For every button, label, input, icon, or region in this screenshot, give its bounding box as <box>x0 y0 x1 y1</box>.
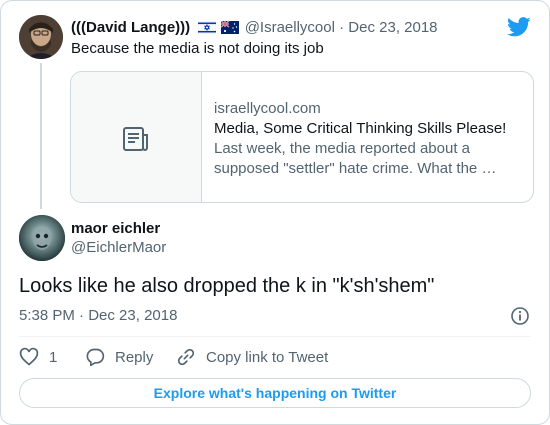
link-title: Media, Some Critical Thinking Skills Ple… <box>214 120 507 137</box>
link-preview-card[interactable]: israellycool.com Media, Some Critical Th… <box>70 71 534 203</box>
avatar[interactable] <box>19 215 65 261</box>
avatar-photo <box>19 15 63 59</box>
display-name[interactable]: maor eichler <box>71 219 160 239</box>
reply-bubble-icon <box>86 348 105 367</box>
tweet-timestamp[interactable]: 5:38 PM · Dec 23, 2018 <box>19 306 177 326</box>
israel-flag-icon <box>198 20 217 35</box>
reply-button[interactable]: Reply <box>85 347 153 367</box>
heart-icon <box>19 347 39 366</box>
display-name[interactable]: (((David Lange))) <box>71 19 190 36</box>
twitter-bird-icon[interactable] <box>507 17 531 37</box>
like-button[interactable]: 1 <box>19 347 57 367</box>
handle[interactable]: @EichlerMaor <box>71 238 166 258</box>
divider <box>19 336 531 337</box>
australia-flag-icon <box>220 20 239 34</box>
tweet-time[interactable]: 5:38 PM <box>19 307 75 324</box>
flag-emojis <box>198 20 239 40</box>
reply-tweet-text: Looks like he also dropped the k in "k's… <box>19 275 435 297</box>
separator-dot: · <box>79 307 85 324</box>
parent-tweet-header: (((David Lange))) @Israellycool · Dec 23… <box>71 18 438 40</box>
reply-label: Reply <box>115 348 154 366</box>
link-thumbnail <box>71 72 202 202</box>
parent-tweet-text: Because the media is not doing its job <box>71 40 324 57</box>
article-icon <box>123 127 148 151</box>
tweet-date[interactable]: Dec 23, 2018 <box>88 307 177 324</box>
avatar[interactable] <box>19 15 63 59</box>
link-domain: israellycool.com <box>214 100 321 117</box>
link-description: Last week, the media reported about a su… <box>214 140 497 177</box>
avatar-photo <box>19 215 65 261</box>
copy-link-label: Copy link to Tweet <box>206 348 329 366</box>
separator-dot: · <box>339 19 345 36</box>
copy-link-button[interactable]: Copy link to Tweet <box>176 347 328 367</box>
info-icon[interactable] <box>510 306 530 326</box>
like-count: 1 <box>49 348 58 366</box>
handle[interactable]: @Israellycool <box>245 19 335 36</box>
thread-line <box>40 63 42 209</box>
link-icon <box>177 348 195 366</box>
link-body: israellycool.com Media, Some Critical Th… <box>214 99 519 179</box>
embedded-tweet-card: (((David Lange))) @Israellycool · Dec 23… <box>0 0 550 425</box>
explore-twitter-button[interactable]: Explore what's happening on Twitter <box>19 378 531 408</box>
tweet-date[interactable]: Dec 23, 2018 <box>348 19 437 36</box>
